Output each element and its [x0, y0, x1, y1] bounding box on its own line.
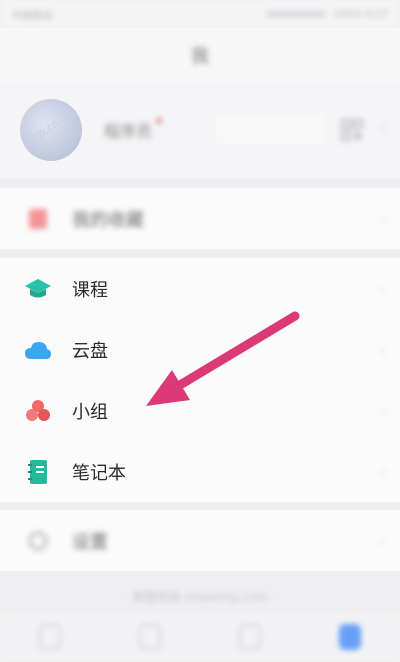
- chevron-right-icon: ›: [379, 209, 386, 228]
- bookmark-icon: [24, 205, 52, 233]
- graduation-cap-icon: [24, 275, 52, 303]
- chevron-right-icon: ›: [379, 340, 386, 359]
- tab-bar: [0, 612, 400, 662]
- favorites-section: 我的收藏 ›: [0, 188, 400, 249]
- cloud-icon: [24, 336, 52, 364]
- menu-item-course[interactable]: 课程 ›: [0, 258, 400, 319]
- page-title: 我: [191, 46, 209, 67]
- chevron-right-icon: ›: [379, 462, 386, 481]
- menu-item-notebook[interactable]: 笔记本 ›: [0, 441, 400, 502]
- message-icon[interactable]: [139, 624, 161, 650]
- chevron-right-icon: ›: [379, 279, 386, 298]
- signal-icon: [265, 11, 326, 17]
- qr-code-icon[interactable]: [340, 118, 364, 142]
- main-menu-section: 课程 › 云盘 › 小组 › 笔记本 ›: [0, 258, 400, 502]
- carrier-text: 中国移动: [12, 10, 52, 22]
- status-bar: 中国移动 100% 9:27: [0, 0, 400, 28]
- time-battery-text: 100% 9:27: [333, 8, 388, 20]
- group-icon: [24, 397, 52, 425]
- gear-icon: [24, 527, 52, 555]
- settings-section: 设置 ›: [0, 510, 400, 571]
- menu-item-settings[interactable]: 设置 ›: [0, 510, 400, 571]
- menu-item-favorites[interactable]: 我的收藏 ›: [0, 188, 400, 249]
- menu-item-cloud[interactable]: 云盘 ›: [0, 319, 400, 380]
- home-icon[interactable]: [39, 624, 61, 650]
- chevron-right-icon: ›: [379, 118, 386, 137]
- notebook-icon: [24, 458, 52, 486]
- profile-extra: [215, 114, 325, 144]
- menu-item-group[interactable]: 小组 ›: [0, 380, 400, 441]
- person-icon[interactable]: [339, 624, 361, 650]
- chevron-right-icon: ›: [379, 531, 386, 550]
- title-bar: 我: [0, 28, 400, 82]
- note-icon[interactable]: [239, 624, 261, 650]
- profile-name: 程序员: [104, 118, 163, 142]
- chevron-right-icon: ›: [379, 401, 386, 420]
- footer-text: 客服热线 chaoxing.com: [132, 590, 268, 604]
